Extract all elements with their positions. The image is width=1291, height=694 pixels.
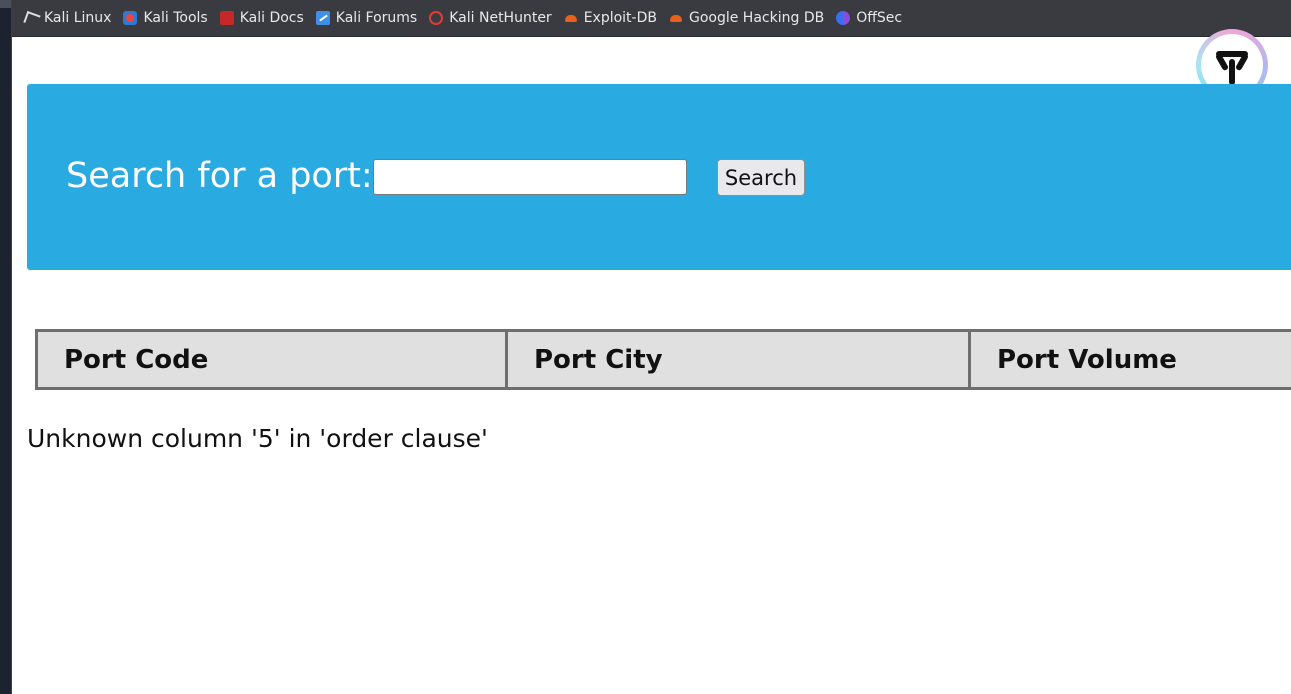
search-banner: Search for a port: Search	[27, 84, 1291, 270]
bookmark-kali-nethunter[interactable]: Kali NetHunter	[429, 10, 552, 26]
offsec-icon	[836, 11, 851, 25]
bookmark-kali-forums[interactable]: Kali Forums	[315, 10, 418, 26]
bookmark-kali-tools[interactable]: Kali Tools	[123, 10, 208, 26]
kali-docs-icon	[219, 11, 234, 25]
search-input[interactable]	[373, 159, 687, 195]
desktop-edge	[0, 0, 12, 694]
bookmark-label: Kali NetHunter	[449, 10, 552, 26]
bookmark-label: Exploit-DB	[583, 10, 657, 26]
ports-table: Port Code Port City Port Volume	[35, 329, 1291, 390]
bookmark-label: Kali Forums	[335, 10, 418, 26]
search-label: Search for a port:	[66, 156, 373, 196]
logo-mark	[1212, 45, 1252, 85]
bookmark-label: Google Hacking DB	[688, 10, 825, 26]
bookmark-label: Kali Tools	[143, 10, 208, 26]
exploit-db-icon	[564, 11, 578, 25]
bookmark-offsec[interactable]: OffSec	[836, 10, 902, 26]
table-header-row: Port Code Port City Port Volume	[35, 329, 1291, 390]
exploit-db-icon	[669, 11, 683, 25]
logo-stroke	[1214, 52, 1230, 72]
bookmark-exploit-db[interactable]: Exploit-DB	[564, 10, 657, 26]
kali-forums-icon	[315, 11, 330, 25]
bookmarks-bar: Kali Linux Kali Tools Kali Docs Kali For…	[12, 0, 1291, 37]
bookmark-google-hacking-db[interactable]: Google Hacking DB	[669, 10, 824, 26]
search-button[interactable]: Search	[717, 159, 805, 196]
logo-stroke	[1234, 52, 1250, 72]
desktop-edge-tick	[0, 0, 11, 8]
bookmark-kali-docs[interactable]: Kali Docs	[219, 10, 304, 26]
sql-error-message: Unknown column '5' in 'order clause'	[27, 424, 488, 453]
kali-nethunter-icon	[429, 11, 444, 25]
kali-tools-icon	[123, 11, 138, 25]
column-header-port-code: Port Code	[35, 329, 508, 390]
bookmark-kali-linux[interactable]: Kali Linux	[24, 10, 111, 26]
column-header-port-city: Port City	[505, 329, 971, 390]
kali-dragon-icon	[24, 11, 38, 25]
bookmark-label: OffSec	[856, 10, 903, 26]
bookmark-label: Kali Linux	[44, 10, 112, 26]
bookmark-label: Kali Docs	[239, 10, 304, 26]
column-header-port-volume: Port Volume	[968, 329, 1291, 390]
